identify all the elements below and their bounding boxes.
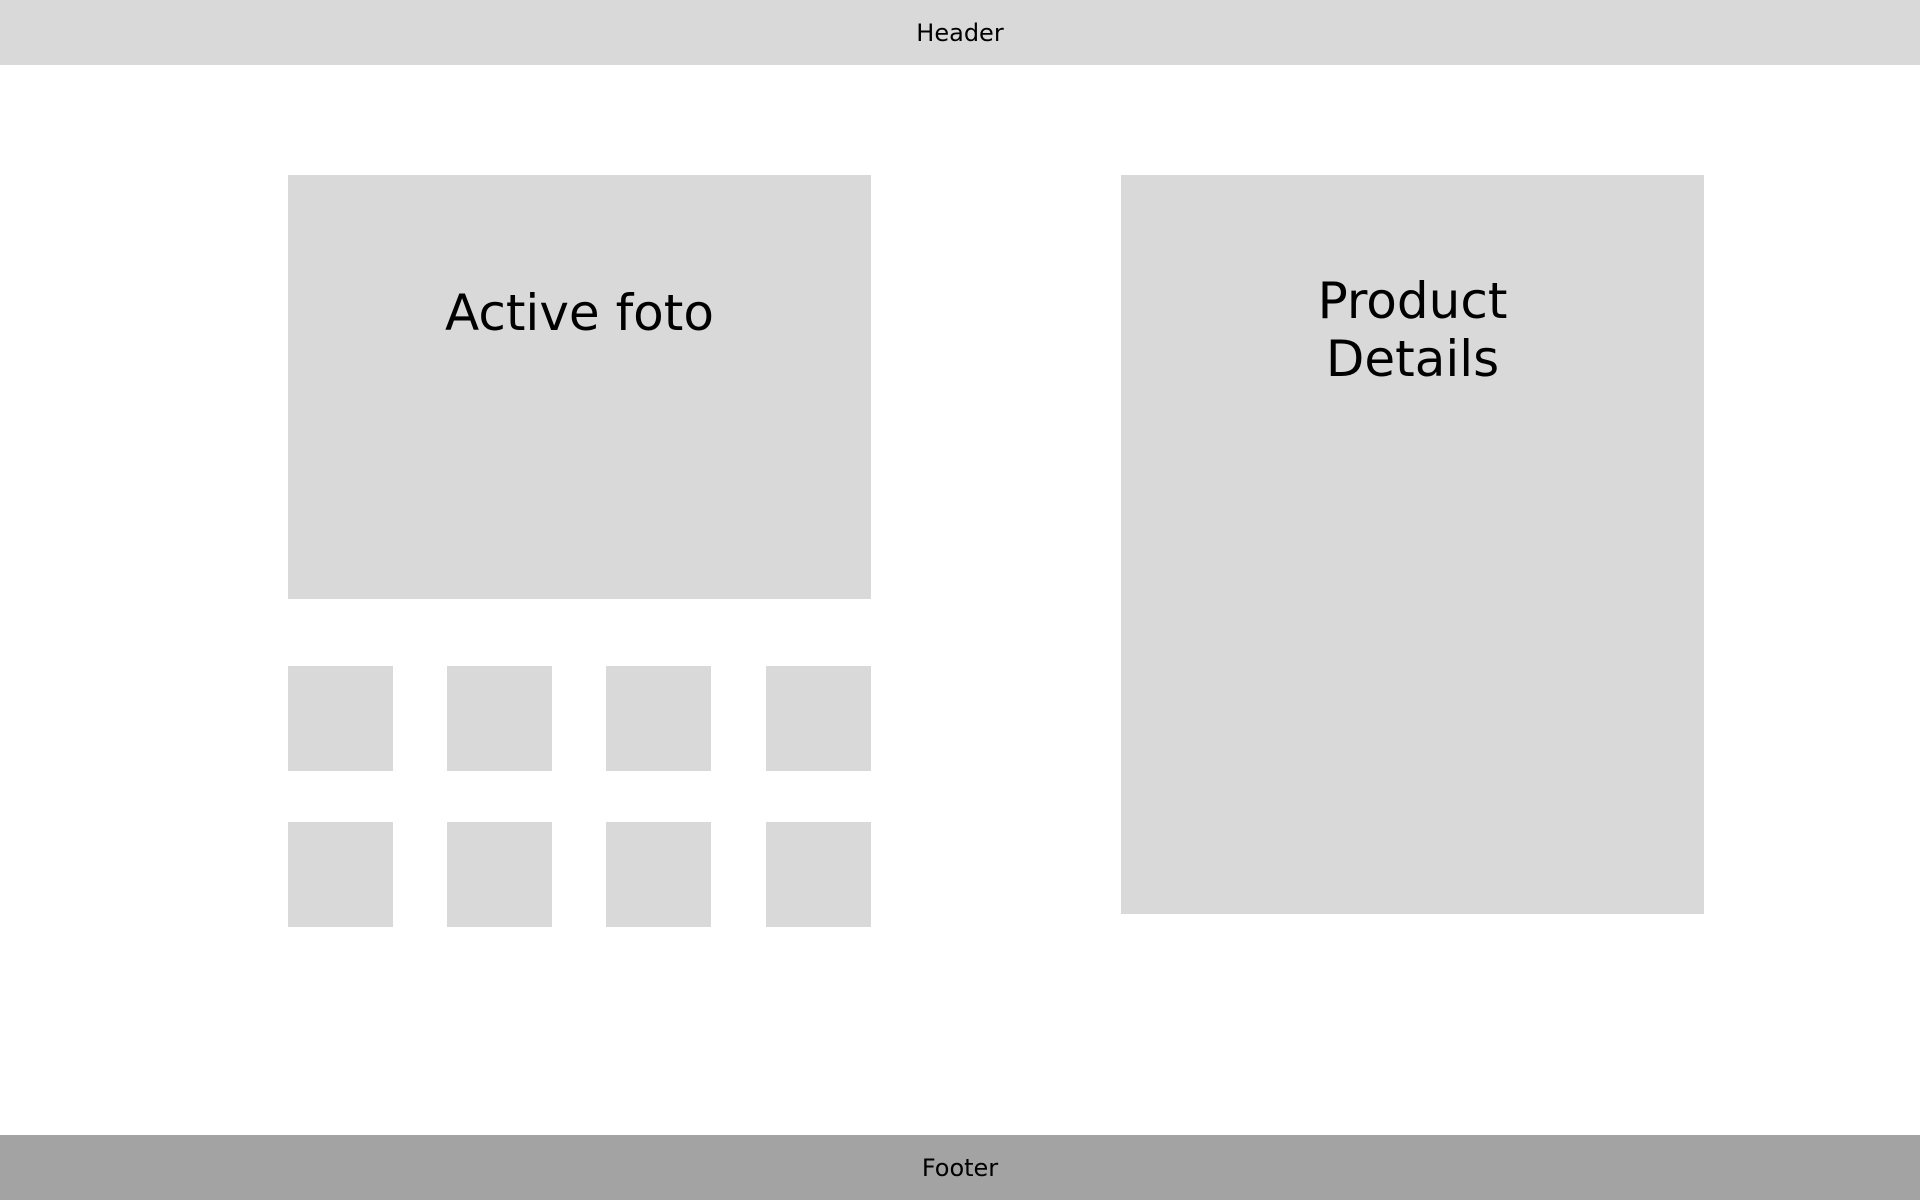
thumbnail[interactable]	[288, 822, 393, 927]
product-details-title-line1: Product	[1317, 272, 1508, 330]
footer-label: Footer	[921, 1153, 999, 1182]
thumbnail[interactable]	[447, 822, 552, 927]
page: Header Active foto Product Details Foote…	[0, 0, 1920, 1200]
product-details-panel: Product Details	[1121, 175, 1704, 914]
thumbnail[interactable]	[766, 666, 871, 771]
thumbnail[interactable]	[447, 666, 552, 771]
thumbnail[interactable]	[288, 666, 393, 771]
active-photo-label: Active foto	[445, 284, 714, 342]
thumbnail[interactable]	[766, 822, 871, 927]
header: Header	[0, 0, 1920, 65]
footer: Footer	[0, 1135, 1920, 1200]
thumbnail[interactable]	[606, 666, 711, 771]
header-label: Header	[916, 18, 1004, 47]
product-details-title: Product Details	[1121, 272, 1704, 388]
thumbnail[interactable]	[606, 822, 711, 927]
active-photo[interactable]: Active foto	[288, 175, 871, 599]
product-details-title-line2: Details	[1325, 330, 1500, 388]
